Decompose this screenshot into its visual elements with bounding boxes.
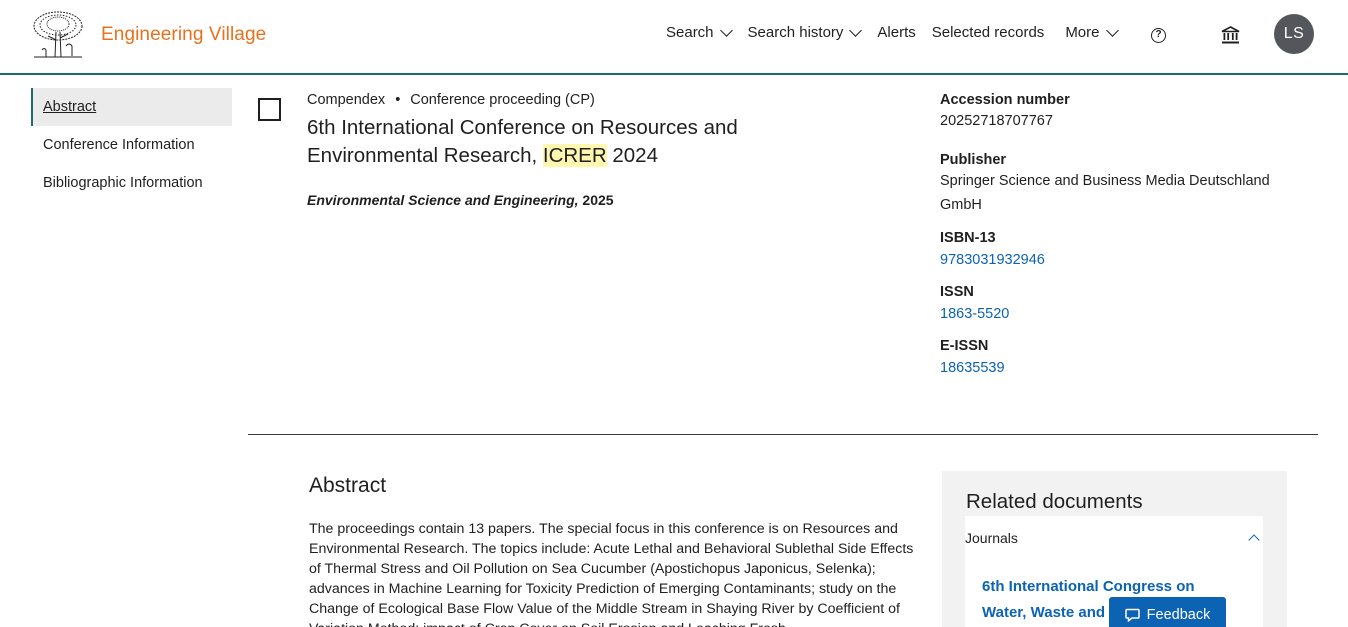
main-nav: Search Search history Alerts Selected re…	[666, 23, 1119, 41]
institution-icon[interactable]	[1221, 26, 1240, 44]
record-source: Environmental Science and Engineering, 2…	[307, 192, 614, 208]
title-text: 6th International Conference on Resource…	[307, 116, 738, 167]
separator-dot: •	[395, 92, 401, 108]
nav-search[interactable]: Search	[666, 23, 733, 41]
accession-value: 20252718707767	[940, 113, 1053, 129]
publisher-value: Springer Science and Business Media Deut…	[940, 173, 1270, 213]
title-highlight: ICRER	[542, 144, 607, 167]
publisher-label: Publisher	[940, 152, 1007, 168]
eissn-label: E-ISSN	[940, 338, 989, 354]
top-header: Engineering Village Search Search histor…	[0, 0, 1348, 75]
record-title: 6th International Conference on Resource…	[307, 114, 747, 170]
chevron-up-icon[interactable]	[1248, 534, 1260, 546]
brand-name[interactable]: Engineering Village	[101, 24, 266, 46]
nav-selected-records-label: Selected records	[931, 24, 1045, 41]
source-year: 2025	[582, 192, 614, 208]
select-record-checkbox[interactable]	[258, 98, 281, 121]
chevron-down-icon	[719, 23, 733, 37]
nav-alerts-label: Alerts	[877, 24, 916, 41]
document-type: Conference proceeding (CP)	[410, 92, 595, 108]
nav-more-label: More	[1065, 24, 1100, 41]
elsevier-tree-logo[interactable]	[30, 10, 86, 60]
record-meta: Compendex • Conference proceeding (CP)	[307, 92, 595, 108]
question-circle-icon[interactable]: ?	[1151, 28, 1166, 43]
chevron-down-icon	[1105, 23, 1119, 37]
issn-label: ISSN	[940, 284, 974, 300]
chat-bubble-icon	[1124, 608, 1140, 622]
journals-accordion-header[interactable]: Journals	[965, 530, 1018, 546]
chevron-down-icon	[849, 23, 863, 37]
nav-search-history-label: Search history	[747, 24, 844, 41]
nav-selected-records[interactable]: Selected records	[932, 24, 1045, 41]
avatar[interactable]: LS	[1274, 14, 1314, 54]
title-year: 2024	[606, 144, 658, 167]
nav-alerts[interactable]: Alerts	[877, 24, 915, 41]
abstract-heading: Abstract	[309, 474, 387, 497]
source-series: Environmental Science and Engineering,	[307, 192, 579, 208]
accession-label: Accession number	[940, 92, 1070, 108]
isbn-link[interactable]: 9783031932946	[940, 247, 1300, 273]
nav-search-history[interactable]: Search history	[747, 23, 863, 41]
database-name: Compendex	[307, 92, 386, 108]
nav-search-label: Search	[666, 24, 714, 41]
related-documents-title: Related documents	[966, 490, 1143, 513]
nav-more[interactable]: More	[1065, 23, 1119, 41]
sidebar-item-conference-information[interactable]: Conference Information	[31, 126, 232, 164]
sidebar-item-abstract[interactable]: Abstract	[31, 88, 232, 126]
issn-link[interactable]: 1863-5520	[940, 301, 1300, 327]
isbn-label: ISBN-13	[940, 230, 996, 246]
abstract-text: The proceedings contain 13 papers. The s…	[309, 521, 914, 627]
feedback-label: Feedback	[1146, 607, 1211, 623]
record-fields: Accession number 20252718707767 Publishe…	[940, 91, 1300, 381]
feedback-button[interactable]: Feedback	[1109, 597, 1226, 627]
record-sidebar: Abstract Conference Information Bibliogr…	[31, 88, 232, 202]
eissn-link[interactable]: 18635539	[940, 355, 1300, 381]
sidebar-item-bibliographic-information[interactable]: Bibliographic Information	[31, 164, 232, 202]
section-divider	[248, 434, 1318, 435]
